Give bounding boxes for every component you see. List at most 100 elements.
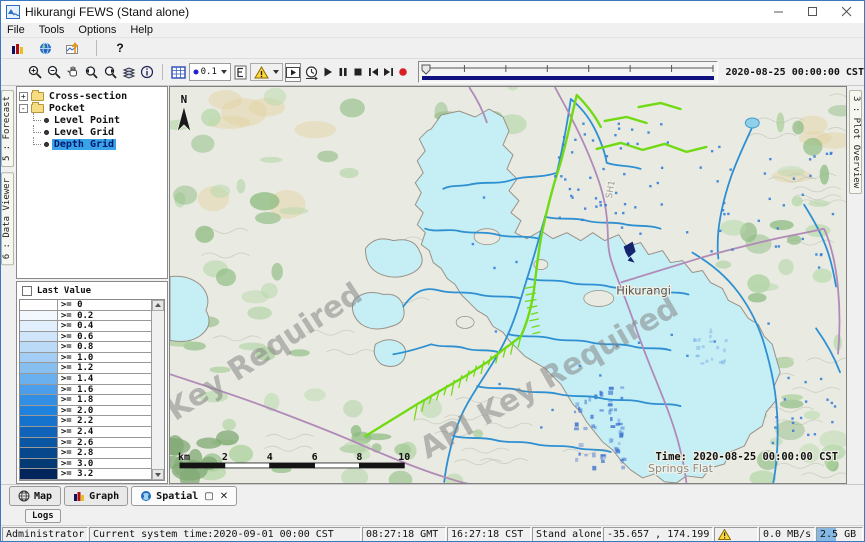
legend-row[interactable]: >= 1.6 [20,385,151,396]
legend-scrollbar[interactable] [151,300,164,480]
profile-display-button[interactable] [233,63,248,82]
logs-tab[interactable]: Logs [25,509,61,523]
record-icon [398,67,408,77]
tree-item-cross-section[interactable]: Cross-section [19,90,165,102]
legend-row[interactable]: >= 0.2 [20,311,151,322]
timeseries-panel-button[interactable] [63,39,83,58]
window-title: Hikurangi FEWS (Stand alone) [25,5,189,19]
zoom-previous-icon [84,65,99,80]
tree-item-label: Pocket [47,103,87,114]
legend-color-swatch [20,459,58,469]
legend-row[interactable]: >= 0 [20,300,151,311]
scroll-down-button[interactable] [152,469,164,480]
expand-plus-icon[interactable] [19,92,28,101]
stop-icon [353,67,363,77]
play-button[interactable] [322,63,335,82]
tab-map[interactable]: Map [9,486,61,506]
pause-button[interactable] [337,63,350,82]
close-view-icon[interactable]: ✕ [220,491,228,502]
legend-color-swatch [20,321,58,331]
legend-row[interactable]: >= 1.8 [20,395,151,406]
map-time-label: Time: 2020-08-25 00:00:00 CST [656,451,839,463]
tree-connector [33,125,41,133]
pan-button[interactable] [65,63,81,82]
timeline-handle[interactable] [422,65,430,74]
tab-spatial[interactable]: Spatial ▢ ✕ [131,486,237,506]
map-panel-button[interactable] [35,39,55,58]
zoom-previous-button[interactable] [83,63,100,82]
legend-row[interactable]: >= 1.2 [20,363,151,374]
maximize-view-icon[interactable]: ▢ [204,491,213,502]
tab-plot-overview[interactable]: 3 : Plot Overview [849,90,862,194]
record-button[interactable] [397,63,410,82]
legend-row[interactable]: >= 0.6 [20,332,151,343]
map-toolbar: 0.1 2020-08-25 00:00:00 CST [1,59,864,86]
legend-threshold-label: >= 2.0 [58,406,151,416]
help-button[interactable]: ? [110,39,130,58]
info-button[interactable] [139,63,155,82]
tab-forecast[interactable]: 5 : Forecast [1,90,14,167]
menu-help[interactable]: Help [130,24,153,36]
legend-row[interactable]: >= 2.2 [20,416,151,427]
zoom-in-button[interactable] [27,63,44,82]
tree-item-label-selected: Depth Grid [52,139,116,150]
animation-button[interactable] [285,63,301,82]
legend-rows: >= 0>= 0.2>= 0.4>= 0.6>= 0.8>= 1.0>= 1.2… [20,300,151,480]
tab-data-viewer[interactable]: 6 : Data Viewer [1,172,14,265]
legend-row[interactable]: >= 3.2 [20,469,151,480]
skip-start-icon [368,67,379,77]
menu-file[interactable]: File [7,24,25,36]
legend-color-swatch [20,406,58,416]
map-canvas[interactable]: API Key Required API Key Required SH1 Hi… [170,87,846,483]
status-warning-icon [718,529,731,540]
chevron-down-icon [273,70,279,74]
menu-options[interactable]: Options [78,24,116,36]
legend-color-swatch [20,385,58,395]
menu-tools[interactable]: Tools [39,24,65,36]
legend-row[interactable]: >= 1.0 [20,353,151,364]
skip-to-start-button[interactable] [367,63,380,82]
scalebar-tick-label: 10 [398,452,410,463]
legend-row[interactable]: >= 0.4 [20,321,151,332]
legend-threshold-label: >= 0.8 [58,342,151,352]
right-tab-strip: 3 : Plot Overview [847,86,864,484]
status-warning-cell[interactable] [714,527,758,542]
skip-to-end-button[interactable] [382,63,395,82]
grid-display-button[interactable] [170,63,187,82]
collapse-minus-icon[interactable] [19,104,28,113]
zoom-next-button[interactable] [102,63,119,82]
scroll-up-button[interactable] [152,300,164,311]
legend-color-swatch [20,332,58,342]
interval-dropdown[interactable]: 0.1 [189,63,231,81]
tree-item-pocket[interactable]: Pocket [19,102,165,114]
legend-row[interactable]: >= 3.0 [20,459,151,470]
legend-threshold-label: >= 2.4 [58,427,151,437]
zoom-out-button[interactable] [46,63,63,82]
tab-graph[interactable]: Graph [64,486,128,506]
thresholds-dropdown[interactable] [250,63,283,81]
legend-row[interactable]: >= 0.8 [20,342,151,353]
legend-row[interactable]: >= 1.4 [20,374,151,385]
last-value-option[interactable]: Last Value [19,284,165,299]
minimize-button[interactable] [762,1,796,23]
tree-item-depth-grid[interactable]: Depth Grid [19,138,165,150]
legend-row[interactable]: >= 2.6 [20,438,151,449]
close-button[interactable] [830,1,864,23]
legend-row[interactable]: >= 2.4 [20,427,151,438]
last-value-checkbox[interactable] [22,286,32,296]
window-controls [762,1,864,23]
legend-color-swatch [20,416,58,426]
lake [745,118,759,128]
legend-table: >= 0>= 0.2>= 0.4>= 0.6>= 0.8>= 1.0>= 1.2… [19,299,165,481]
map-panel: API Key Required API Key Required SH1 Hi… [169,86,847,484]
legend-row[interactable]: >= 2.0 [20,406,151,417]
stop-button[interactable] [352,63,365,82]
time-navigator-button[interactable] [303,63,320,82]
logs-panel-button[interactable] [7,39,27,58]
legend-row[interactable]: >= 2.8 [20,448,151,459]
play-icon [323,67,333,77]
legend-threshold-label: >= 1.8 [58,395,151,405]
timeline-slider[interactable] [418,61,718,83]
layers-button[interactable] [121,63,137,82]
maximize-button[interactable] [796,1,830,23]
